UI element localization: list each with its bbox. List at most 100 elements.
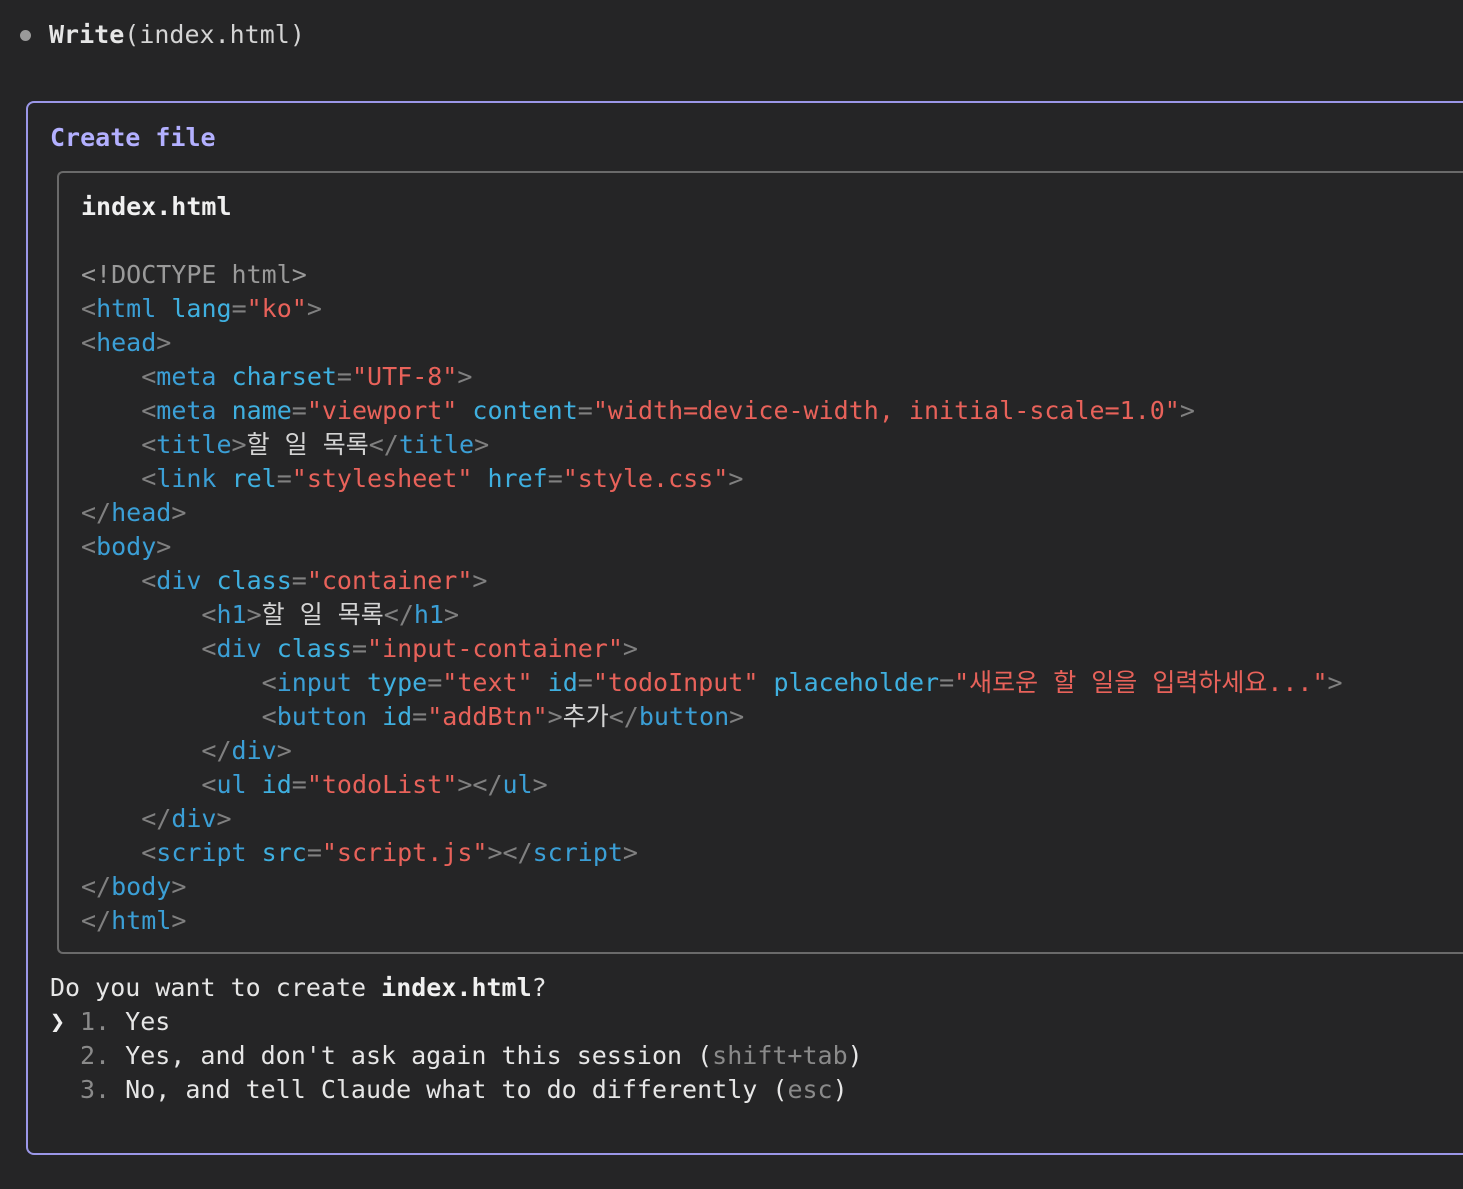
code-token: h1 [413,600,444,629]
code-token: body [111,872,172,901]
code-token: > [457,362,473,391]
code-token: </ [81,906,112,935]
code-token: = [231,294,247,323]
selection-cursor-icon [50,1039,80,1073]
code-token: "width=device-width, initial-scale=1.0" [592,396,1180,425]
code-token: rel [231,464,277,493]
code-token: </ [383,600,414,629]
prompt-question: Do you want to create index.html? [50,971,863,1005]
code-line: <input type="text" id="todoInput" placeh… [81,666,1343,700]
code-token: "script.js" [321,838,488,867]
code-token: < [201,634,217,663]
code-token: head [96,328,157,357]
file-name: index.html [81,192,232,221]
code-token: ></ [457,770,503,799]
code-token: = [291,396,307,425]
code-token: placeholder [773,668,940,697]
code-token: </ [368,430,399,459]
option-number: 2. [80,1041,126,1070]
selection-cursor-icon: ❯ [50,1007,66,1036]
option-label: Yes [125,1007,171,1036]
code-token: < [141,430,157,459]
code-token: > [171,498,187,527]
code-token: > [622,838,638,867]
code-token: script [532,838,623,867]
option-shortcut-hint: esc [787,1075,833,1104]
code-line: <head> [81,326,1343,360]
code-line: <div class="input-container"> [81,632,1343,666]
code-block: <!DOCTYPE html> <html lang="ko"> <head> <m… [81,258,1343,938]
code-line: <title>할 일 목록</title> [81,428,1343,462]
code-token: "text" [442,668,533,697]
code-token: input [276,668,352,697]
code-token: "새로운 할 일을 입력하세요..." [954,668,1328,697]
code-token: > [622,634,638,663]
code-token: > [729,702,745,731]
code-token: ul [216,770,247,799]
code-token: < [141,838,157,867]
code-line: <link rel="stylesheet" href="style.css"> [81,462,1343,496]
question-file: index.html [381,973,532,1002]
hint-open-paren: ( [697,1041,713,1070]
option-3[interactable]: 3. No, and tell Claude what to do differ… [50,1073,863,1107]
code-token: title [156,430,232,459]
code-token: </ [141,804,172,833]
code-line: <button id="addBtn">추가</button> [81,700,1343,734]
code-token: id [261,770,292,799]
code-token: < [81,294,97,323]
code-token: charset [231,362,337,391]
code-token: > [246,600,262,629]
tool-call-header: Write (index.html) [20,18,305,52]
code-token: > [216,804,232,833]
code-line: </body> [81,870,1343,904]
code-token: div [156,566,202,595]
code-token: meta [156,396,217,425]
code-token: content [472,396,578,425]
question-mark: ? [531,973,547,1002]
code-token: ul [502,770,533,799]
code-token: "ko" [246,294,307,323]
code-token: meta [156,362,217,391]
option-2[interactable]: 2. Yes, and don't ask again this session… [50,1039,863,1073]
code-token: > [728,464,744,493]
code-token: "container" [306,566,473,595]
code-token: </ [608,702,639,731]
bullet-icon [20,29,31,41]
code-line: <meta name="viewport" content="width=dev… [81,394,1343,428]
code-token: name [231,396,292,425]
code-token: id [547,668,578,697]
hint-close-paren: ) [832,1075,848,1104]
option-number: 1. [80,1007,126,1036]
code-token: < [201,600,217,629]
code-token: = [291,566,307,595]
code-line: <h1>할 일 목록</h1> [81,598,1343,632]
code-token: = [412,702,428,731]
code-token: "todoList" [306,770,458,799]
code-token: script [156,838,247,867]
code-token: > [231,430,247,459]
question-text: Do you want to create [50,973,382,1002]
code-token: "addBtn" [427,702,548,731]
code-token: < [261,668,277,697]
code-token: div [231,736,277,765]
code-token: id [382,702,413,731]
code-token: link [156,464,217,493]
option-1[interactable]: ❯ 1. Yes [50,1005,863,1039]
code-token: < [261,702,277,731]
code-token: "stylesheet" [291,464,473,493]
code-token: h1 [216,600,247,629]
